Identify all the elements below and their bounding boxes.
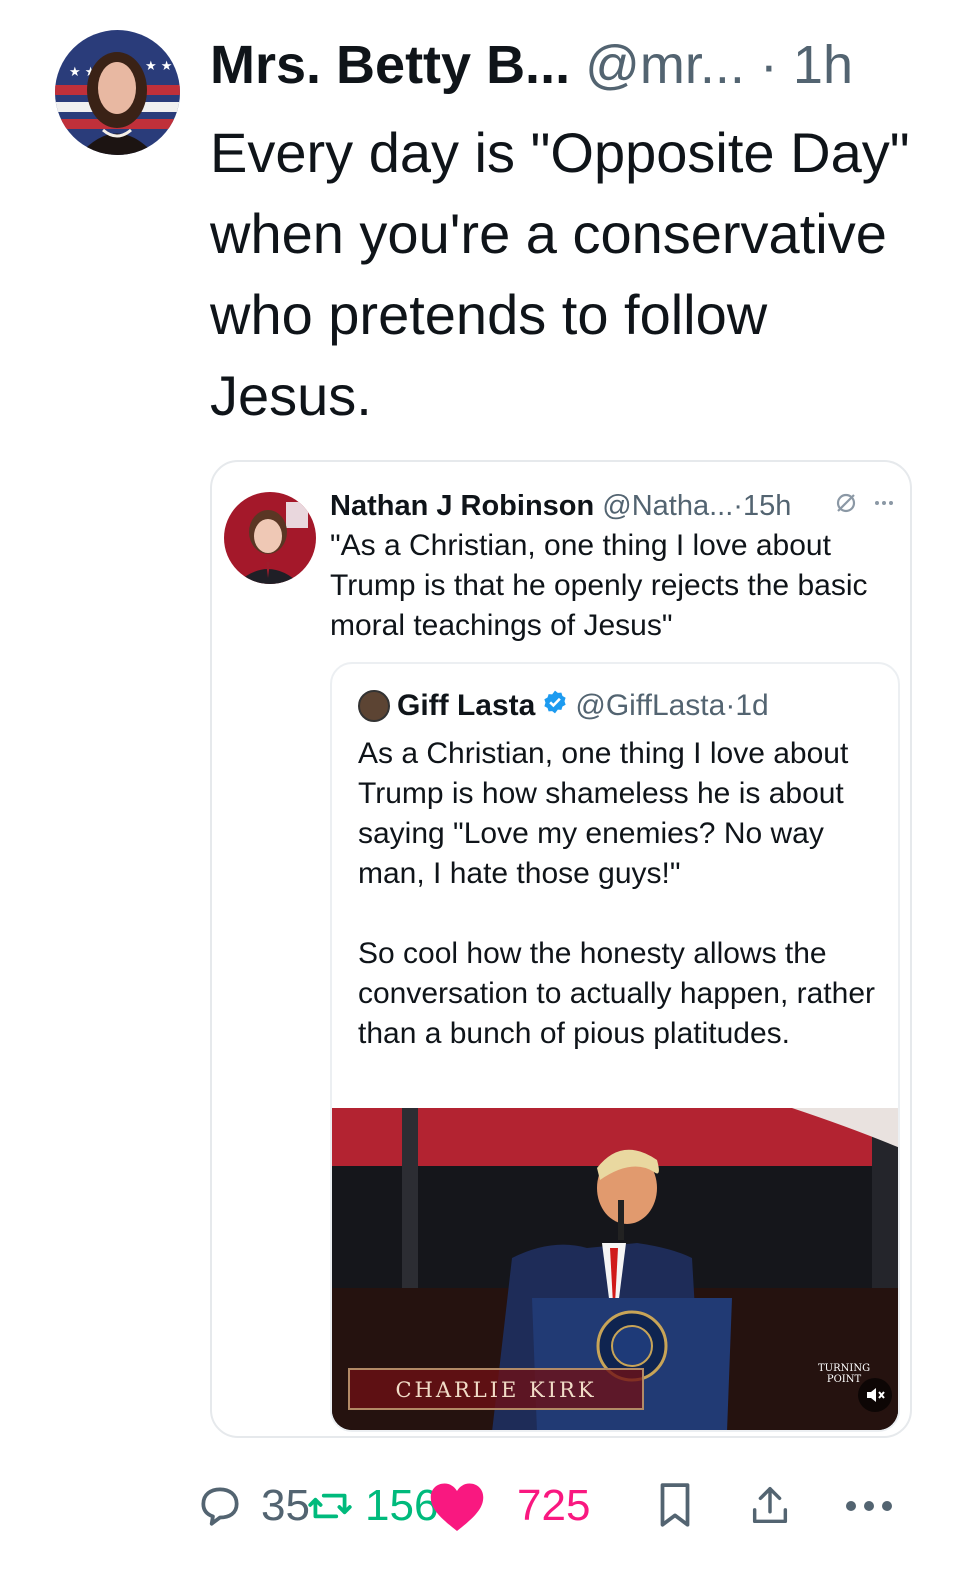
post-text: Every day is "Opposite Day" when you're … bbox=[210, 121, 910, 427]
reply-count: 35 bbox=[261, 1481, 310, 1530]
more-horizontal-icon bbox=[846, 1501, 892, 1511]
like-button[interactable]: 725 bbox=[427, 1478, 590, 1534]
quoted-author-handle[interactable]: @Natha... bbox=[602, 490, 733, 522]
repost-button[interactable]: 156 bbox=[305, 1478, 438, 1534]
nested-author-avatar[interactable] bbox=[358, 690, 390, 722]
nested-post-video[interactable]: CHARLIE KIRK TURNING POINT bbox=[332, 1108, 898, 1430]
portrait-avatar bbox=[224, 492, 316, 584]
svg-text:★ ★: ★ ★ bbox=[145, 59, 172, 74]
separator-dot: · bbox=[759, 35, 778, 95]
quoted-post-time[interactable]: ·15h bbox=[733, 490, 791, 522]
quoted-post-header: Nathan J Robinson @Natha...·15h bbox=[330, 486, 905, 526]
share-button[interactable] bbox=[747, 1478, 793, 1534]
quoted-post-text: "As a Christian, one thing I love about … bbox=[330, 529, 868, 642]
more-options-button[interactable] bbox=[843, 1478, 895, 1534]
quoted-post-icons bbox=[834, 488, 896, 522]
grok-icon[interactable] bbox=[834, 491, 858, 520]
nested-author-name[interactable]: Giff Lasta bbox=[397, 689, 535, 723]
repost-icon bbox=[308, 1493, 352, 1519]
author-handle[interactable]: @mr... bbox=[585, 35, 745, 95]
nested-quoted-post-card[interactable]: Giff Lasta @GiffLasta·1d As a Christian,… bbox=[330, 662, 900, 1432]
post-header: Mrs. Betty B... @mr... · 1h bbox=[210, 30, 930, 100]
author-name[interactable]: Mrs. Betty B... bbox=[210, 35, 570, 95]
volume-muted-icon[interactable] bbox=[858, 1378, 892, 1412]
share-icon bbox=[752, 1487, 788, 1524]
post-time[interactable]: 1h bbox=[793, 35, 853, 95]
more-icon[interactable] bbox=[872, 491, 896, 520]
nested-handle-text: @GiffLasta bbox=[575, 689, 726, 722]
nested-post-text: As a Christian, one thing I love about T… bbox=[358, 737, 875, 1050]
verified-badge-icon bbox=[542, 689, 568, 723]
post-action-bar: 35 156 725 bbox=[195, 1478, 905, 1534]
like-count: 725 bbox=[517, 1481, 591, 1530]
quoted-author-name[interactable]: Nathan J Robinson bbox=[330, 490, 594, 522]
reply-button[interactable]: 35 bbox=[195, 1478, 310, 1534]
bookmark-icon bbox=[660, 1483, 690, 1527]
nested-post-time: ·1d bbox=[725, 689, 769, 722]
heart-icon bbox=[430, 1483, 484, 1531]
quoted-post-card[interactable]: Nathan J Robinson @Natha...·15h "As a Ch… bbox=[210, 460, 912, 1438]
charlie-kirk-banner: CHARLIE KIRK bbox=[348, 1368, 644, 1410]
flag-portrait-avatar: ★ ★ ★ ★ bbox=[55, 30, 180, 155]
reply-icon bbox=[201, 1487, 239, 1526]
author-avatar[interactable]: ★ ★ ★ ★ bbox=[55, 30, 180, 155]
quoted-author-avatar[interactable] bbox=[224, 492, 316, 584]
bookmark-button[interactable] bbox=[653, 1478, 697, 1534]
nested-post-header: Giff Lasta @GiffLasta·1d bbox=[358, 686, 769, 726]
nested-author-handle[interactable]: @GiffLasta·1d bbox=[575, 689, 768, 723]
